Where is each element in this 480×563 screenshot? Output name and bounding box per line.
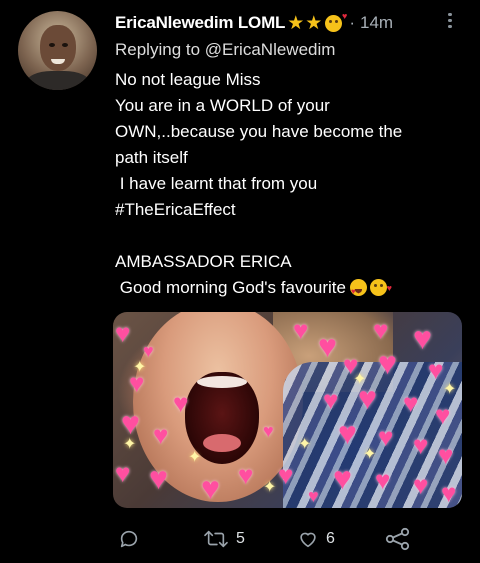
sparkle-icon: ✦ <box>353 371 367 388</box>
heart-icon: ♥ <box>438 440 454 470</box>
heart-eyes-icon <box>349 279 367 305</box>
heart-icon: ♥ <box>413 430 429 460</box>
tweet[interactable]: EricaNlewedim LOML ★ ★ · 14m Replying to… <box>0 0 480 563</box>
timestamp[interactable]: 14m <box>360 13 393 33</box>
heart-icon: ♥ <box>143 341 154 361</box>
separator-dot: · <box>349 13 355 32</box>
body-line: path itself <box>115 148 188 167</box>
body-line: You are in a WORLD of your <box>115 96 330 115</box>
reply-handle-link[interactable]: @EricaNlewedim <box>205 40 336 59</box>
heart-icon: ♥ <box>413 470 429 500</box>
sparkle-icon: ✦ <box>123 436 137 453</box>
heart-icon: ♥ <box>323 385 339 415</box>
heart-icon: ♥ <box>115 318 131 348</box>
heart-icon: ♥ <box>308 486 319 506</box>
heart-icon: ♥ <box>428 355 444 385</box>
heart-icon: ♥ <box>149 460 168 496</box>
reply-icon <box>120 530 138 548</box>
heart-icon: ♥ <box>293 315 309 345</box>
like-count: 6 <box>326 530 335 547</box>
heart-icon: ♥ <box>403 388 419 418</box>
sparkle-icon: ✦ <box>363 446 377 463</box>
tweet-header: EricaNlewedim LOML ★ ★ · 14m <box>115 11 393 35</box>
heart-icon: ♥ <box>238 460 254 490</box>
body-line: No not league Miss <box>115 70 261 89</box>
heart-icon: ♥ <box>278 460 294 490</box>
more-options-icon[interactable] <box>444 10 456 32</box>
reply-prefix: Replying to <box>115 40 201 59</box>
retweet-button[interactable]: 5 <box>203 525 245 553</box>
like-icon <box>300 532 316 548</box>
retweet-icon <box>204 530 228 548</box>
heart-icon: ♥ <box>378 422 394 452</box>
body-line: Good morning God's favourite <box>115 278 346 297</box>
heart-icon: ♥ <box>441 478 457 508</box>
heart-icon: ♥ <box>173 388 189 418</box>
tweet-body: No not league Miss You are in a WORLD of… <box>115 67 455 305</box>
heart-icon: ♥ <box>413 320 432 356</box>
body-line-last: Good morning God's favourite <box>115 275 455 305</box>
heart-icon: ♥ <box>373 315 389 345</box>
body-line: AMBASSADOR ERICA <box>115 252 292 271</box>
tweet-media-image[interactable]: ♥ ♥ ♥ ♥ ♥ ♥ ♥ ♥ ♥ ♥ ♥ ♥ ♥ ♥ ♥ ♥ ♥ ♥ ♥ ♥ … <box>113 312 462 508</box>
heart-icon: ♥ <box>375 465 391 495</box>
heart-icon: ♥ <box>153 420 169 450</box>
sparkle-icon: ✦ <box>133 359 147 376</box>
star-icon: ★ <box>305 12 323 34</box>
display-name[interactable]: EricaNlewedim LOML <box>115 13 285 33</box>
avatar-face <box>40 25 76 71</box>
hashtag-link[interactable]: #TheEricaEffect <box>115 197 455 223</box>
heart-icon: ♥ <box>121 405 140 441</box>
avatar[interactable] <box>18 11 97 90</box>
reply-button[interactable] <box>118 525 147 553</box>
body-line-blank <box>115 223 455 249</box>
star-icon: ★ <box>287 12 305 34</box>
heart-icon: ♥ <box>435 400 451 430</box>
sparkle-icon: ✦ <box>188 449 202 466</box>
avatar-eye <box>49 43 55 47</box>
kissing-face-icon <box>369 275 392 301</box>
body-line: OWN,..because you have become the <box>115 122 403 141</box>
name-emojis: ★ ★ <box>287 11 347 34</box>
heart-icon: ♥ <box>201 470 220 506</box>
kissing-face-icon <box>325 11 347 32</box>
like-button[interactable]: 6 <box>297 525 335 553</box>
heart-icon: ♥ <box>333 460 352 496</box>
avatar-eye <box>62 43 68 47</box>
heart-icon: ♥ <box>263 421 274 441</box>
replying-to: Replying to @EricaNlewedim <box>115 40 335 60</box>
heart-icon: ♥ <box>318 328 337 364</box>
retweet-count: 5 <box>236 530 245 547</box>
heart-icon: ♥ <box>115 458 131 488</box>
sparkle-icon: ✦ <box>443 381 457 398</box>
sparkle-icon: ✦ <box>263 479 277 496</box>
avatar-shirt <box>26 71 90 90</box>
heart-icon: ♥ <box>378 345 397 381</box>
sparkle-icon: ✦ <box>298 436 312 453</box>
share-button[interactable] <box>385 525 411 553</box>
tweet-actions: 5 6 <box>0 525 480 555</box>
share-icon <box>385 527 410 551</box>
body-line: I have learnt that from you <box>115 174 318 193</box>
heart-icon: ♥ <box>338 415 357 451</box>
